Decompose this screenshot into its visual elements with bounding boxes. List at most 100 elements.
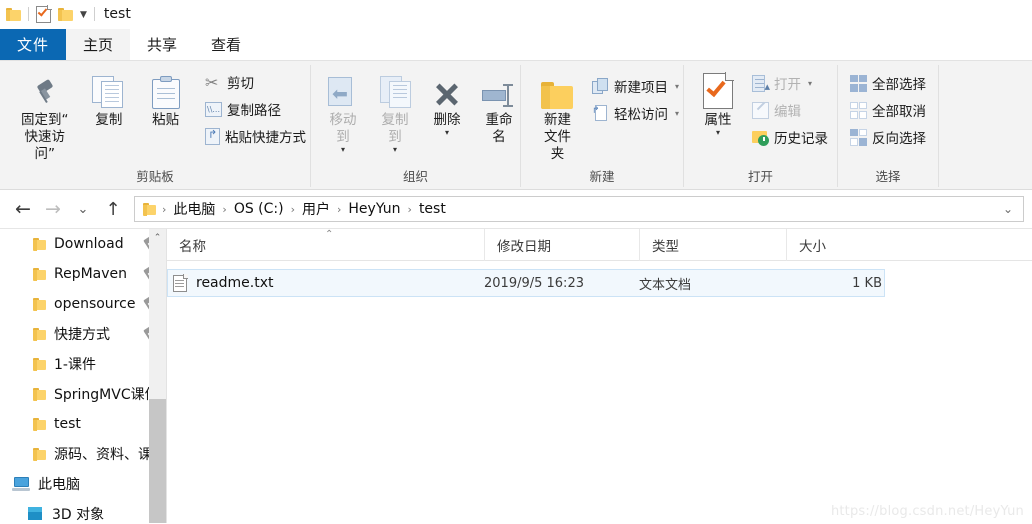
dropdown-caret-icon[interactable]: ▾ [716, 129, 720, 137]
ribbon-group-new: 新建 文件夹 新建项目 ▾ ↱ 轻松访问 ▾ 新建 [521, 61, 683, 191]
copy-path-button[interactable]: \\... 复制路径 [201, 97, 310, 121]
label-line1: 固定到“ [21, 112, 69, 128]
column-headers: 名称 ⌃ 修改日期 类型 大小 [167, 228, 1032, 261]
label: 全部取消 [872, 104, 926, 120]
nav-item-source-materials[interactable]: 源码、资料、课件 [0, 439, 166, 469]
scrollbar-thumb[interactable] [149, 399, 166, 523]
breadcrumb-item-3[interactable]: HeyYun [345, 201, 403, 217]
rename-icon [482, 69, 516, 109]
breadcrumb-item-1[interactable]: OS (C:) [231, 201, 287, 217]
move-to-button[interactable]: ⬅ 移动到 ▾ [317, 69, 369, 154]
recent-locations-button[interactable]: ⌄ [68, 194, 98, 224]
edit-button[interactable]: 编辑 [748, 98, 832, 122]
group-label-organize: 组织 [402, 169, 428, 184]
column-header-type[interactable]: 类型 [639, 228, 786, 261]
back-button[interactable]: ← [8, 194, 38, 224]
ribbon-group-organize: ⬅ 移动到 ▾ 复制到 ▾ 删除 ▾ 重命名 组织 [311, 61, 520, 191]
new-folder-button[interactable]: 新建 文件夹 [531, 69, 584, 163]
move-to-icon: ⬅ [326, 69, 360, 109]
nav-pane-scrollbar[interactable]: ⌃ [149, 229, 166, 523]
select-none-icon [850, 101, 867, 119]
nav-item-1-courseware[interactable]: 1-课件 [0, 349, 166, 379]
select-all-button[interactable]: 全部选择 [846, 71, 930, 95]
tab-home[interactable]: 主页 [66, 29, 131, 60]
breadcrumb-item-2[interactable]: 用户 [299, 199, 333, 219]
copy-to-button[interactable]: 复制到 ▾ [369, 69, 421, 154]
address-dropdown-icon[interactable]: ⌄ [1003, 202, 1017, 216]
scroll-up-icon[interactable]: ⌃ [149, 229, 166, 246]
breadcrumb-separator: › [407, 202, 412, 216]
open-button[interactable]: ▴ 打开 ▾ [748, 71, 832, 95]
dropdown-caret-icon[interactable]: ▾ [445, 129, 449, 137]
nav-item-label: 1-课件 [54, 357, 96, 373]
easy-access-button[interactable]: ↱ 轻松访问 ▾ [588, 101, 683, 125]
file-name-label: readme.txt [196, 275, 274, 291]
delete-button[interactable]: 删除 ▾ [421, 69, 473, 137]
group-label-select: 选择 [875, 169, 901, 184]
table-row[interactable]: readme.txt 2019/9/5 16:23 文本文档 1 KB [167, 269, 885, 297]
column-header-date[interactable]: 修改日期 [484, 228, 639, 261]
quick-access-dropdown-icon[interactable]: ▼ [80, 10, 87, 20]
label: 轻松访问 [613, 107, 668, 123]
tab-share[interactable]: 共享 [130, 29, 194, 60]
column-header-size[interactable]: 大小 [786, 228, 886, 261]
dropdown-caret-icon[interactable]: ▾ [341, 146, 345, 154]
address-input[interactable]: › 此电脑 › OS (C:) › 用户 › HeyYun › test ⌄ [134, 196, 1024, 222]
title-bar: ▼ test [0, 0, 1032, 28]
breadcrumb-item-0[interactable]: 此电脑 [170, 199, 218, 219]
address-bar: ← → ⌄ ↑ › 此电脑 › OS (C:) › 用户 › HeyYun › … [0, 190, 1032, 228]
forward-button[interactable]: → [38, 194, 68, 224]
properties-button[interactable]: 属性 ▾ [692, 69, 744, 137]
column-label: 名称 [179, 238, 206, 255]
pin-to-quick-access-button[interactable]: 固定到“ 快速访问” [10, 69, 80, 163]
label-line1: 粘贴 [152, 112, 180, 128]
nav-item-opensource[interactable]: opensource [0, 289, 166, 319]
nav-item-this-pc[interactable]: 此电脑 [0, 469, 166, 499]
folder-icon [6, 7, 21, 21]
tab-view[interactable]: 查看 [194, 29, 258, 60]
history-button[interactable]: 历史记录 [748, 125, 832, 149]
dropdown-caret-icon[interactable]: ▾ [808, 79, 812, 88]
rename-button[interactable]: 重命名 [473, 69, 525, 146]
nav-item-shortcuts[interactable]: 快捷方式 [0, 319, 166, 349]
dropdown-caret-icon[interactable]: ▾ [393, 146, 397, 154]
breadcrumb-separator: › [337, 202, 342, 216]
up-button[interactable]: ↑ [98, 194, 128, 224]
tab-file[interactable]: 文件 [0, 29, 66, 60]
properties-icon [703, 69, 734, 109]
dropdown-caret-icon[interactable]: ▾ [675, 82, 679, 91]
folder-icon [33, 298, 46, 311]
group-divider [938, 65, 939, 187]
sort-ascending-icon: ⌃ [325, 228, 334, 240]
invert-selection-button[interactable]: 反向选择 [846, 125, 930, 149]
nav-item-test[interactable]: test [0, 409, 166, 439]
ribbon-group-clipboard: 固定到“ 快速访问” 复制 粘贴 ✂ 剪切 \\... 复制路径 ↱ 粘贴快捷方… [0, 61, 310, 191]
nav-item-label: SpringMVC课件 [54, 387, 159, 403]
navigation-pane: Download RepMaven opensource 快捷方式 1-课件 S… [0, 229, 166, 523]
dropdown-caret-icon[interactable]: ▾ [675, 109, 679, 118]
breadcrumb-item-4[interactable]: test [416, 201, 449, 217]
nav-item-springmvc-courseware[interactable]: SpringMVC课件 [0, 379, 166, 409]
label: 复制路径 [227, 103, 282, 119]
paste-button[interactable]: 粘贴 [138, 69, 193, 129]
new-item-button[interactable]: 新建项目 ▾ [588, 74, 683, 98]
new-folder-quick-icon[interactable] [58, 7, 73, 21]
folder-icon [33, 448, 46, 461]
cut-button[interactable]: ✂ 剪切 [201, 70, 310, 94]
pin-icon [32, 69, 58, 109]
nav-item-repmaven[interactable]: RepMaven [0, 259, 166, 289]
nav-item-download[interactable]: Download [0, 229, 166, 259]
nav-item-label: Download [54, 236, 124, 252]
nav-item-3d-objects[interactable]: 3D 对象 [0, 499, 166, 523]
select-none-button[interactable]: 全部取消 [846, 98, 930, 122]
invert-selection-icon [850, 128, 867, 146]
column-header-name[interactable]: 名称 ⌃ [167, 229, 484, 261]
label-line1: 复制 [95, 112, 123, 128]
label: 全部选择 [872, 77, 926, 93]
label-line1: 属性 [704, 112, 732, 128]
copy-button[interactable]: 复制 [82, 69, 137, 129]
folder-icon [33, 268, 46, 281]
paste-shortcut-button[interactable]: 粘贴快捷方式 [201, 124, 310, 148]
copy-to-icon [380, 69, 411, 109]
properties-icon[interactable] [36, 4, 52, 23]
